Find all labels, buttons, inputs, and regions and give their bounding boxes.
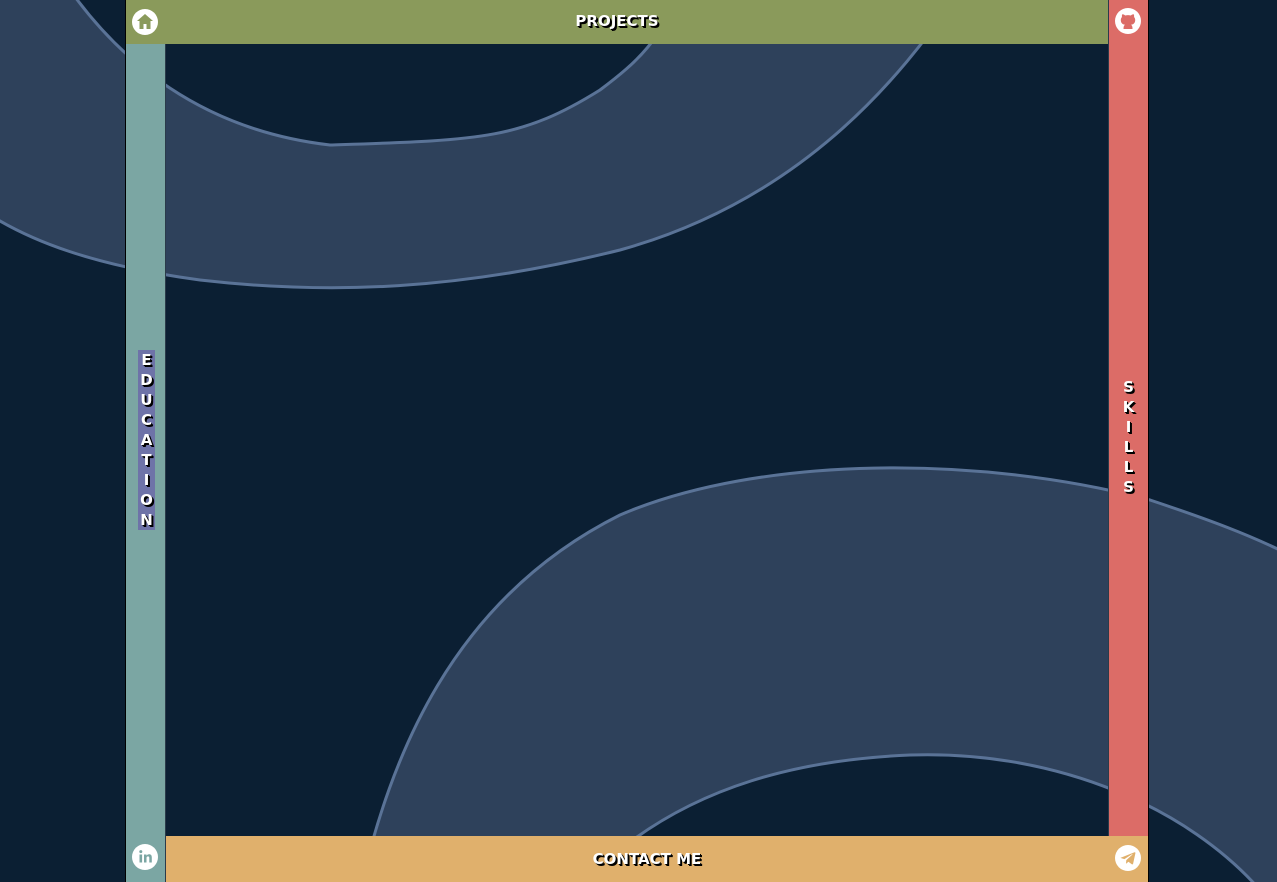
education-letter: U — [140, 391, 153, 409]
education-label: E D U C A T I O N — [138, 350, 155, 530]
education-letter: D — [140, 371, 153, 389]
page: PROJECTS E D U C A T I O N EDUCATION S K… — [0, 0, 1277, 882]
skills-letter: K — [1122, 398, 1135, 416]
education-letter: O — [140, 491, 153, 509]
education-letter: A — [140, 431, 153, 449]
education-nav-bar[interactable]: E D U C A T I O N EDUCATION — [125, 44, 166, 882]
skills-nav-bar[interactable]: S K I L L S SKILLS — [1108, 0, 1149, 836]
skills-letter: S — [1123, 378, 1134, 396]
education-letter: I — [143, 471, 150, 489]
education-letter: N — [140, 511, 153, 529]
linkedin-icon[interactable] — [132, 844, 158, 870]
telegram-icon[interactable] — [1115, 845, 1141, 871]
skills-letter: I — [1125, 418, 1132, 436]
projects-nav-bar[interactable]: PROJECTS — [125, 0, 1108, 44]
skills-letter: S — [1123, 478, 1134, 496]
education-letter: C — [140, 411, 152, 429]
education-letter: E — [141, 351, 152, 369]
contact-label: CONTACT ME — [592, 850, 702, 868]
contact-nav-bar[interactable]: CONTACT ME — [166, 836, 1149, 882]
skills-label: S K I L L S — [1120, 377, 1137, 497]
skills-label-text: SKILLS — [1109, 0, 1110, 1]
skills-letter: L — [1123, 458, 1134, 476]
skills-letter: L — [1123, 438, 1134, 456]
projects-label: PROJECTS — [575, 12, 659, 30]
github-icon[interactable] — [1115, 8, 1141, 34]
education-label-text: EDUCATION — [126, 44, 127, 45]
home-icon[interactable] — [132, 9, 158, 35]
background-decoration — [0, 0, 1277, 882]
education-letter: T — [141, 451, 152, 469]
